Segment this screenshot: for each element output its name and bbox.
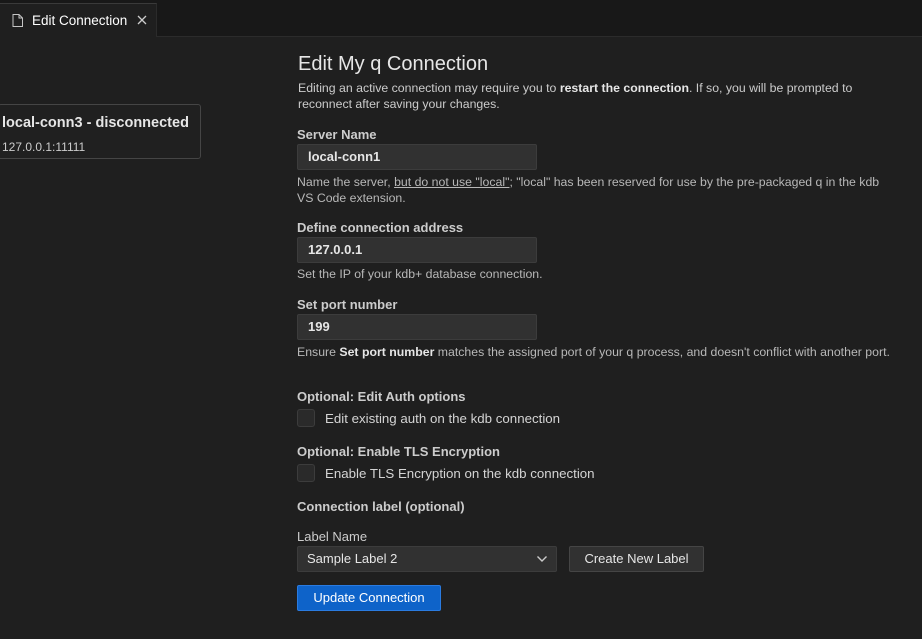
hover-card-address: 127.0.0.1:11111 (2, 140, 86, 154)
tab-edit-connection[interactable]: Edit Connection (0, 3, 157, 37)
server-name-label: Server Name (297, 127, 377, 142)
create-new-label-button[interactable]: Create New Label (569, 546, 704, 572)
close-icon[interactable] (136, 14, 148, 26)
tls-checkbox-row[interactable]: Enable TLS Encryption on the kdb connect… (297, 464, 595, 482)
editor-tab-bar: Edit Connection (0, 0, 922, 37)
server-name-input[interactable]: local-conn1 (297, 144, 537, 170)
tls-checkbox[interactable] (297, 464, 315, 482)
file-icon (12, 14, 23, 27)
connection-hover-card: local-conn3 - disconnected 127.0.0.1:111… (0, 104, 201, 159)
update-connection-button[interactable]: Update Connection (297, 585, 441, 611)
page-title: Edit My q Connection (298, 53, 489, 75)
auth-checkbox-row[interactable]: Edit existing auth on the kdb connection (297, 409, 560, 427)
hover-card-title: local-conn3 - disconnected (2, 115, 189, 131)
connection-label-heading: Connection label (optional) (297, 499, 465, 514)
auth-checkbox[interactable] (297, 409, 315, 427)
address-help: Set the IP of your kdb+ database connect… (297, 267, 543, 281)
tls-label: Optional: Enable TLS Encryption (297, 444, 500, 459)
tls-checkbox-label[interactable]: Enable TLS Encryption on the kdb connect… (325, 466, 595, 481)
label-select[interactable]: Sample Label 2 (297, 546, 557, 572)
auth-checkbox-label[interactable]: Edit existing auth on the kdb connection (325, 411, 560, 426)
port-input[interactable]: 199 (297, 314, 537, 340)
label-name-label: Label Name (297, 529, 368, 544)
auth-label: Optional: Edit Auth options (297, 389, 466, 404)
port-help: Ensure Set port number matches the assig… (297, 345, 890, 359)
page-description: Editing an active connection may require… (298, 81, 853, 111)
address-input[interactable]: 127.0.0.1 (297, 237, 537, 263)
port-label: Set port number (297, 297, 398, 312)
server-name-help: Name the server, but do not use "local";… (297, 175, 880, 205)
label-select-value: Sample Label 2 (307, 551, 398, 566)
tab-title: Edit Connection (32, 13, 128, 28)
chevron-down-icon (537, 556, 547, 562)
address-label: Define connection address (297, 220, 464, 235)
